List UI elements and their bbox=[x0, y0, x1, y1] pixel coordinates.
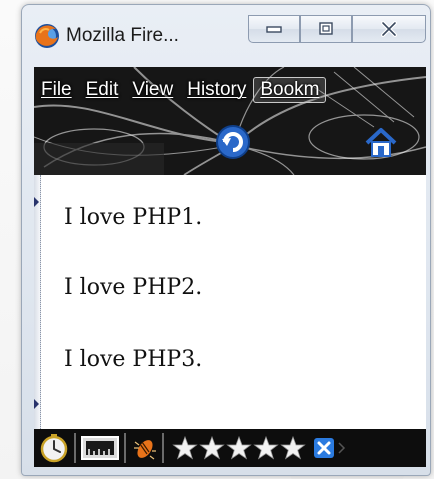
statusbar-separator bbox=[162, 433, 164, 463]
page-content: I love PHP1. I love PHP2. I love PHP3. bbox=[34, 175, 426, 429]
menu-bar: File Edit View History Bookm bbox=[34, 77, 327, 103]
star-icon[interactable] bbox=[226, 435, 252, 461]
addon-x-icon[interactable] bbox=[313, 436, 337, 460]
close-icon bbox=[381, 21, 397, 37]
star-icon[interactable] bbox=[199, 435, 225, 461]
maximize-button[interactable] bbox=[300, 15, 352, 43]
reload-icon[interactable] bbox=[214, 123, 252, 161]
title-bar[interactable]: Mozilla Fire... bbox=[22, 5, 430, 67]
star-icon[interactable] bbox=[280, 435, 306, 461]
splitter-arrow-icon bbox=[34, 399, 39, 409]
content-line: I love PHP3. bbox=[64, 347, 203, 372]
sidebar-splitter[interactable] bbox=[34, 175, 41, 429]
minimize-icon bbox=[266, 26, 282, 33]
statusbar-separator bbox=[74, 433, 76, 463]
statusbar-separator bbox=[124, 433, 126, 463]
browser-window: Mozilla Fire... File Edit View History B… bbox=[21, 4, 431, 476]
addon-bar bbox=[34, 429, 426, 467]
chevron-right-icon[interactable] bbox=[337, 441, 347, 455]
rating-stars[interactable] bbox=[172, 435, 307, 461]
minimize-button[interactable] bbox=[248, 15, 300, 43]
menu-edit[interactable]: Edit bbox=[79, 79, 126, 101]
menu-history[interactable]: History bbox=[180, 79, 253, 101]
screen-ruler-icon[interactable] bbox=[80, 434, 120, 462]
menu-bookmarks[interactable]: Bookm bbox=[253, 77, 327, 103]
window-title: Mozilla Fire... bbox=[66, 25, 179, 46]
star-icon[interactable] bbox=[172, 435, 198, 461]
caption-buttons bbox=[248, 15, 426, 43]
menu-view[interactable]: View bbox=[125, 79, 180, 101]
firefox-icon bbox=[35, 24, 59, 48]
menu-file[interactable]: File bbox=[34, 79, 79, 101]
content-line: I love PHP2. bbox=[64, 275, 203, 300]
speed-dial-icon[interactable] bbox=[38, 432, 70, 464]
star-icon[interactable] bbox=[253, 435, 279, 461]
maximize-icon bbox=[319, 22, 333, 35]
splitter-arrow-icon bbox=[34, 197, 39, 207]
home-icon[interactable] bbox=[364, 127, 398, 159]
firebug-icon[interactable] bbox=[130, 434, 158, 462]
navigation-toolbar: File Edit View History Bookm bbox=[34, 67, 426, 175]
content-line: I love PHP1. bbox=[64, 205, 203, 230]
close-button[interactable] bbox=[352, 15, 426, 43]
